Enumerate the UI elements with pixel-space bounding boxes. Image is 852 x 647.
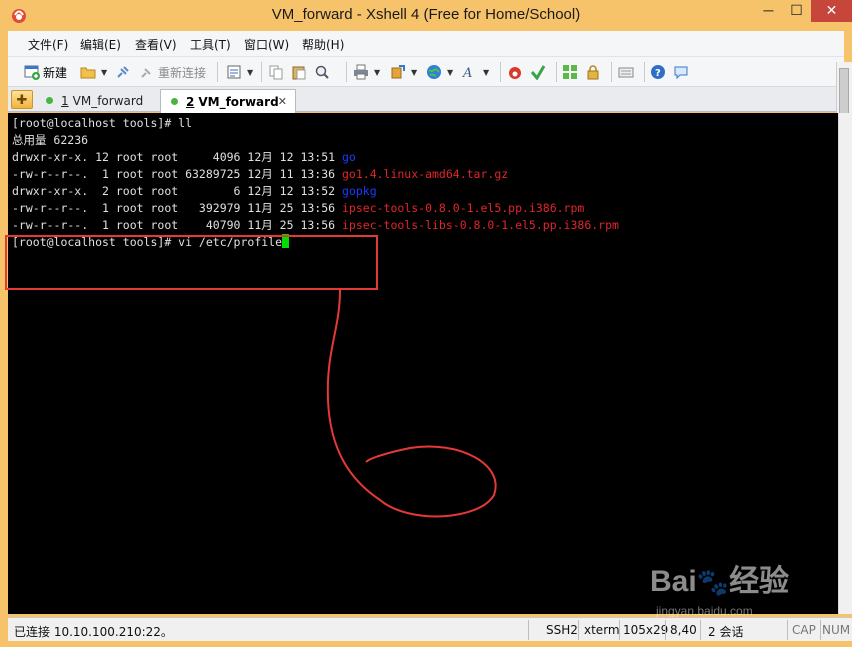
baidu-watermark-url: jingyan.baidu.com [656,604,753,618]
terminal-type-status: xterm [584,623,620,637]
status-divider [578,620,579,640]
cursor-position-status: 8,40 [670,623,697,637]
status-divider [820,620,821,640]
annotation-curve [326,289,497,518]
session-count-status: 2 会话 [708,625,744,639]
status-divider [700,620,701,640]
terminal-size-status: 105x29 [623,623,669,637]
connection-status: 已连接 10.10.100.210:22。 [14,625,173,639]
window-bottom-edge [0,641,852,647]
status-divider [619,620,620,640]
status-divider [787,620,788,640]
baidu-watermark-logo: Bai🐾经验 [650,565,790,598]
status-bar: 已连接 10.10.100.210:22。 SSH2 xterm 105x29 … [8,617,852,641]
num-lock-indicator: NUM [822,623,851,637]
caps-lock-indicator: CAP [792,623,816,637]
status-divider [528,620,529,640]
status-divider [665,620,666,640]
protocol-status: SSH2 [546,623,578,637]
